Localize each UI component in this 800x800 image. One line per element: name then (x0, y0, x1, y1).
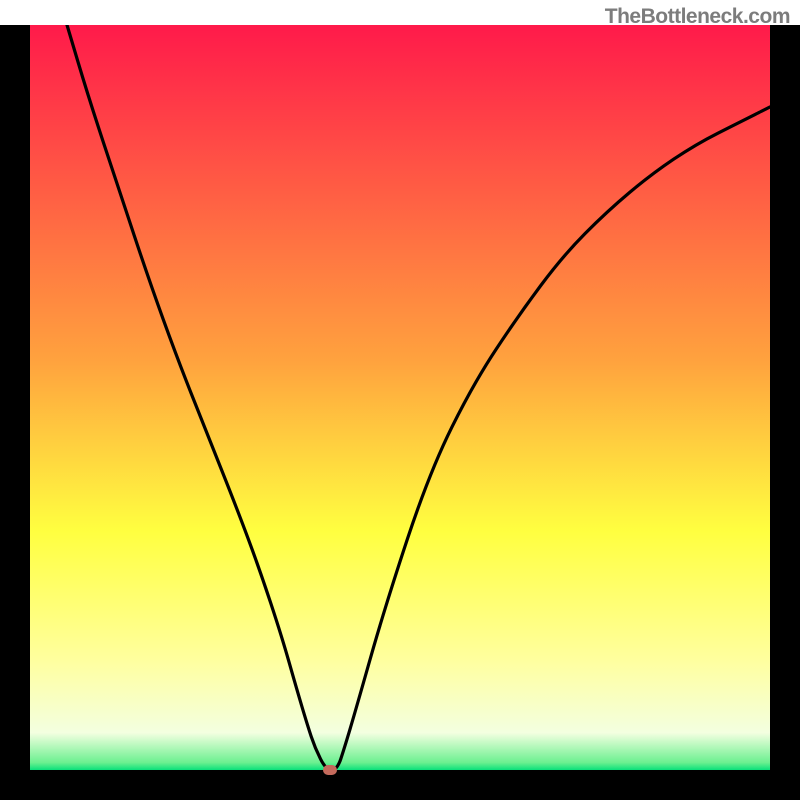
bottleneck-plot (0, 25, 800, 800)
chart-container: TheBottleneck.com (0, 0, 800, 800)
plot-gradient (30, 25, 770, 770)
optimum-marker (323, 765, 337, 775)
